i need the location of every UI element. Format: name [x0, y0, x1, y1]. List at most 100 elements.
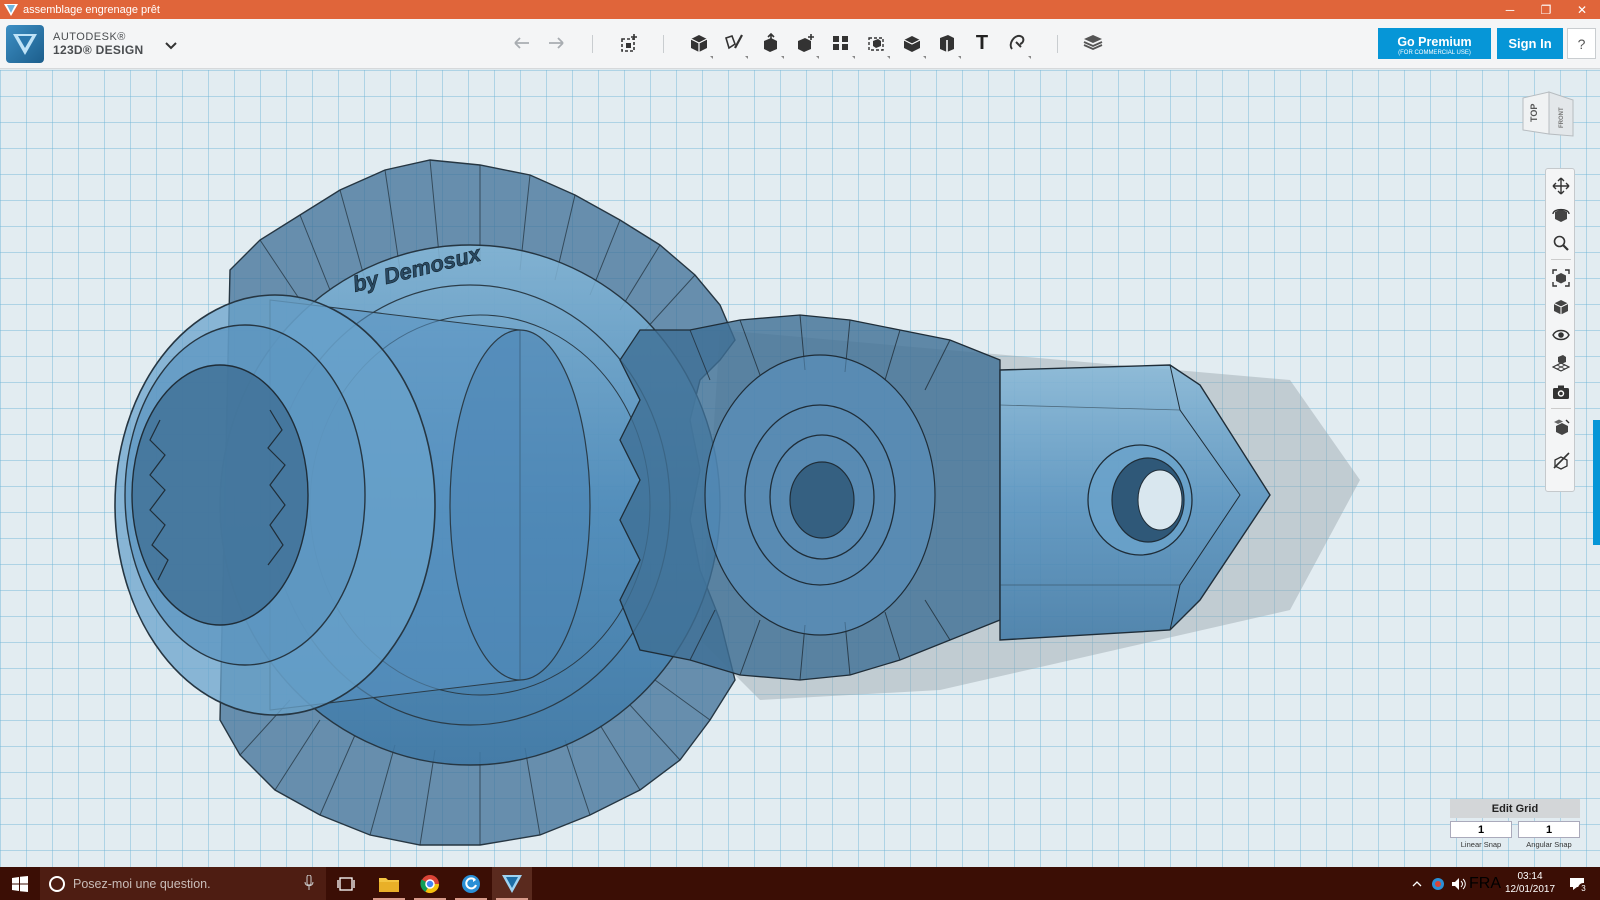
transform-button[interactable]	[615, 29, 643, 57]
outline-view-icon	[1553, 452, 1570, 470]
linear-snap-label: Linear Snap	[1460, 840, 1502, 849]
tray-network[interactable]	[1428, 867, 1448, 900]
material-view-button[interactable]	[1550, 416, 1572, 438]
restore-button[interactable]: ❐	[1528, 0, 1564, 19]
fit-button[interactable]	[1550, 267, 1572, 289]
construct-button[interactable]	[756, 29, 784, 59]
edit-grid-panel: Edit Grid Linear Snap Angular Snap	[1450, 799, 1580, 857]
navigation-bar	[1545, 168, 1575, 492]
transform-icon	[621, 34, 637, 52]
outline-view-button[interactable]	[1550, 450, 1572, 472]
viewcube[interactable]: TOP FRONT	[1519, 90, 1577, 138]
zoom-button[interactable]	[1550, 232, 1572, 254]
taskbar-refresh-app[interactable]	[451, 867, 491, 900]
window-title: assemblage engrenage prêt	[23, 3, 160, 16]
chevron-down-icon[interactable]	[164, 38, 178, 52]
pattern-button[interactable]	[827, 29, 855, 59]
text-icon: T	[975, 31, 989, 54]
navbar-separator	[1551, 408, 1571, 409]
taskbar-file-explorer[interactable]	[369, 867, 409, 900]
undo-icon	[514, 37, 529, 49]
action-center-button[interactable]: 3	[1562, 867, 1592, 900]
pan-button[interactable]	[1550, 175, 1572, 197]
sketch-button[interactable]	[720, 29, 748, 59]
toolbar-separator	[1057, 35, 1058, 53]
gear-assembly-model[interactable]: by Demosux	[0, 70, 1600, 867]
text-button[interactable]: T	[968, 29, 996, 57]
search-input[interactable]	[73, 876, 293, 891]
microphone-icon[interactable]	[304, 875, 314, 891]
redo-button[interactable]	[542, 29, 570, 57]
grouping-button[interactable]	[862, 29, 890, 59]
tray-volume[interactable]	[1448, 867, 1470, 900]
taskbar-123d-design[interactable]	[492, 867, 532, 900]
viewcube-front-label[interactable]: FRONT	[1559, 107, 1565, 128]
taskbar-search[interactable]	[40, 867, 326, 900]
go-premium-sublabel: (FOR COMMERCIAL USE)	[1398, 49, 1471, 56]
clock-time: 03:14	[1517, 871, 1543, 882]
123d-design-icon	[502, 874, 522, 893]
primitives-button[interactable]	[685, 29, 713, 59]
chrome-icon	[420, 874, 439, 893]
modify-button[interactable]	[791, 29, 819, 59]
sign-in-button[interactable]: Sign In	[1497, 28, 1563, 59]
fit-icon	[1552, 269, 1570, 287]
visibility-button[interactable]	[1550, 324, 1572, 346]
grouping-icon	[868, 37, 884, 51]
close-button[interactable]: ✕	[1564, 0, 1600, 19]
eye-icon	[1552, 329, 1570, 341]
go-premium-label: Go Premium	[1397, 34, 1472, 49]
chevron-up-icon	[1412, 880, 1422, 886]
windows-logo-icon	[12, 875, 28, 892]
start-button[interactable]	[0, 867, 40, 900]
window-title-bar: assemblage engrenage prêt ─ ❐ ✕	[0, 0, 1600, 19]
sketch-icon	[725, 34, 743, 50]
camera-icon	[1553, 385, 1569, 399]
clock-date: 12/01/2017	[1504, 884, 1556, 895]
material-button[interactable]	[1079, 29, 1107, 57]
primitives-icon	[690, 35, 708, 52]
snap-button[interactable]	[1003, 29, 1031, 59]
undo-button[interactable]	[508, 29, 536, 57]
edit-grid-button[interactable]: Edit Grid	[1450, 799, 1580, 818]
taskbar-chrome[interactable]	[410, 867, 450, 900]
pan-icon	[1552, 177, 1570, 195]
side-panel-tab[interactable]	[1593, 420, 1600, 545]
navbar-separator	[1551, 259, 1571, 260]
material-view-icon	[1554, 419, 1570, 435]
toolbar-separator	[592, 35, 593, 53]
notification-count-badge: 3	[1578, 883, 1589, 894]
cortana-icon	[49, 875, 65, 892]
screenshot-button[interactable]	[1550, 381, 1572, 403]
volume-icon	[1452, 877, 1466, 890]
zoom-icon	[1553, 235, 1569, 251]
task-view-button[interactable]	[326, 867, 366, 900]
task-view-icon	[337, 876, 355, 891]
measure-button[interactable]	[933, 29, 961, 59]
autodesk-logo-icon	[6, 25, 44, 63]
go-premium-button[interactable]: Go Premium (FOR COMMERCIAL USE)	[1378, 28, 1491, 59]
minimize-button[interactable]: ─	[1492, 0, 1528, 19]
network-icon	[1432, 877, 1444, 890]
pattern-icon	[833, 36, 848, 50]
construct-icon	[764, 32, 777, 52]
modify-icon	[798, 34, 814, 52]
combine-button[interactable]	[898, 29, 926, 59]
angular-snap-label: Angular Snap	[1526, 840, 1572, 849]
viewcube-top-label[interactable]: TOP	[1529, 104, 1539, 122]
brand[interactable]: AUTODESK® 123D® DESIGN	[6, 25, 143, 63]
system-clock[interactable]: 03:14 12/01/2017	[1500, 870, 1560, 896]
angular-snap-input[interactable]	[1518, 821, 1580, 838]
3d-viewport[interactable]: by Demosux TOP FRONT	[0, 70, 1600, 867]
help-button[interactable]: ?	[1567, 28, 1596, 59]
cube-view-icon	[1553, 300, 1569, 315]
folder-icon	[379, 877, 399, 892]
tray-expand-button[interactable]	[1407, 867, 1427, 900]
orbit-button[interactable]	[1550, 204, 1572, 226]
view-mode-button[interactable]	[1550, 296, 1572, 318]
language-indicator[interactable]: FRA	[1469, 867, 1501, 900]
material-icon	[1083, 35, 1103, 50]
orbit-icon	[1552, 208, 1570, 222]
grid-view-button[interactable]	[1550, 352, 1572, 374]
linear-snap-input[interactable]	[1450, 821, 1512, 838]
